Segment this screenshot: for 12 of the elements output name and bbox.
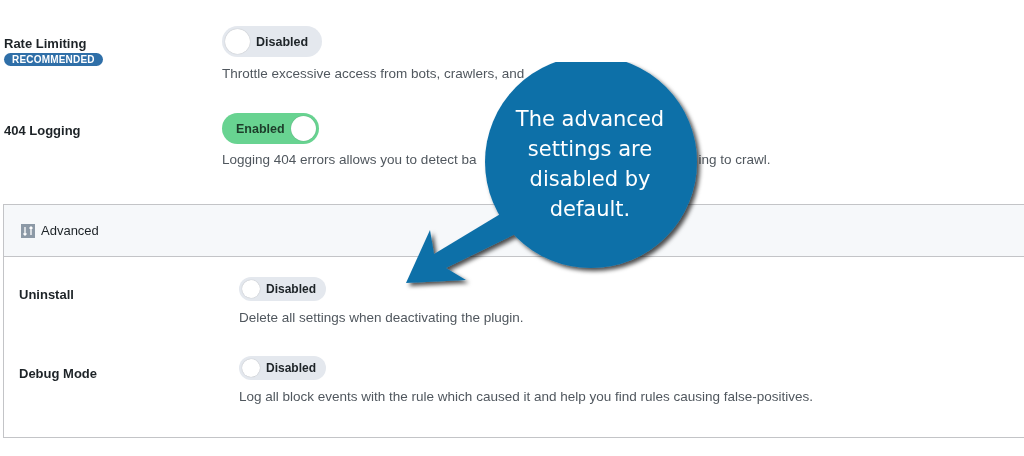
setting-label: Debug Mode [19,366,98,381]
setting-description: ing to crawl. [698,152,771,167]
setting-description: Log all block events with the rule which caused it and help you find rules causing false-positives. [239,389,814,404]
callout-text: The advanced settings are disabled by default. [514,106,666,223]
setting-label: 404 Logging [4,123,82,138]
setting-label: Rate Limiting [4,36,88,51]
recommended-badge: RECOMMENDED [4,53,103,66]
setting-description: Logging 404 errors allows you to detect ba [222,152,477,167]
setting-label: Uninstall [19,287,75,302]
panel-title: Advanced [41,223,99,238]
setting-description: Throttle excessive access from bots, crawlers, and [222,66,525,81]
setting-description: Delete all settings when deactivating the plugin. [239,310,524,325]
